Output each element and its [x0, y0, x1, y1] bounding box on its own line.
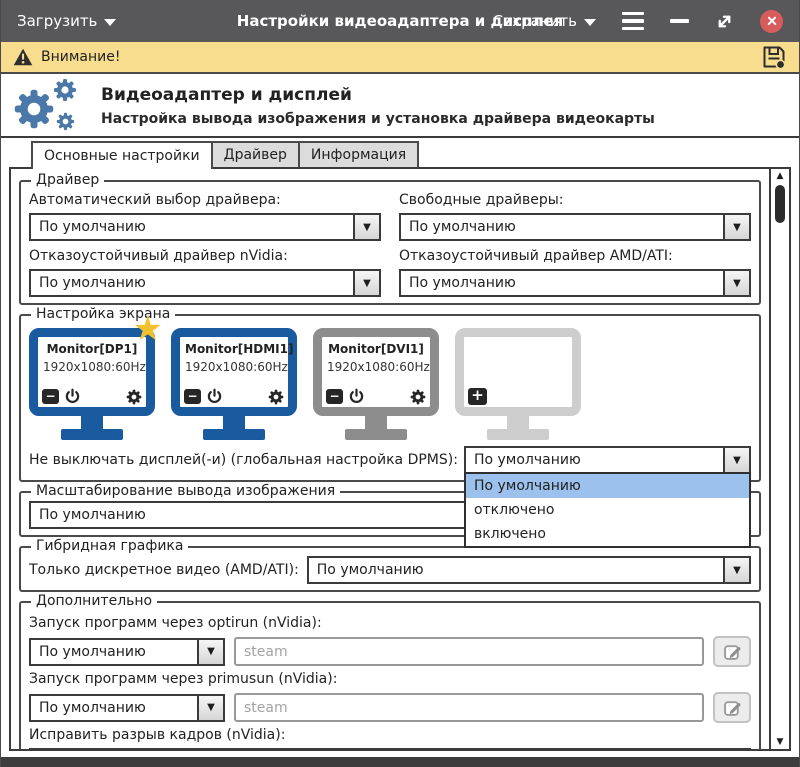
chevron-down-icon[interactable]	[723, 558, 749, 582]
optirun-label: Запуск программ через optirun (nVidia):	[29, 615, 751, 632]
chevron-down-icon[interactable]	[723, 448, 749, 472]
dropdown-option-off[interactable]: отключено	[466, 498, 749, 522]
tab-main-settings[interactable]: Основные настройки	[31, 141, 213, 169]
scroll-up-icon[interactable]	[771, 171, 789, 181]
gears-icon	[13, 78, 85, 134]
tab-panel: Драйвер Автоматический выбор драйвера: П…	[9, 167, 791, 751]
hybrid-group-legend: Гибридная графика	[31, 538, 188, 554]
power-icon[interactable]	[348, 388, 365, 405]
advanced-group: Дополнительно Запуск программ через opti…	[19, 601, 761, 749]
scroll-down-icon[interactable]	[771, 737, 789, 747]
vertical-scrollbar[interactable]	[769, 169, 789, 749]
chevron-down-icon[interactable]	[353, 271, 379, 295]
monitor-card-hdmi1[interactable]: Monitor[HDMI1] 1920x1080:60Hz	[171, 328, 297, 440]
dropdown-option-on[interactable]: включено	[466, 522, 749, 546]
monitor-remove-icon[interactable]	[326, 389, 343, 404]
power-icon[interactable]	[64, 388, 81, 405]
chevron-down-icon[interactable]	[723, 215, 749, 239]
page-title: Видеоадаптер и дисплей	[101, 85, 655, 105]
monitor-remove-icon[interactable]	[42, 389, 59, 404]
scaling-group-legend: Масштабирование вывода изображения	[31, 483, 340, 499]
discrete-only-select[interactable]: По умолчанию	[307, 556, 751, 584]
minimize-button[interactable]	[670, 19, 689, 22]
monitor-card-add[interactable]	[455, 328, 581, 440]
tab-panel-content: Драйвер Автоматический выбор драйвера: П…	[11, 169, 769, 749]
pencil-icon	[723, 642, 742, 661]
tab-bar: Основные настройки Драйвер Информация	[31, 141, 417, 171]
maximize-button[interactable]	[715, 12, 734, 31]
discrete-only-label: Только дискретное видео (AMD/ATI):	[29, 562, 299, 579]
failsafe-amd-label: Отказоустойчивый драйвер AMD/ATI:	[399, 248, 751, 265]
menu-icon[interactable]	[622, 12, 644, 30]
dpms-dropdown-list: По умолчанию отключено включено	[464, 472, 751, 548]
driver-group-legend: Драйвер	[31, 172, 104, 188]
load-menu-label: Загрузить	[17, 12, 97, 30]
monitor-card-dp1[interactable]: Monitor[DP1] 1920x1080:60Hz	[29, 328, 155, 440]
screen-group: Настройка экрана Monitor[DP1] 1920x1080:…	[19, 314, 761, 482]
advanced-group-legend: Дополнительно	[31, 593, 157, 609]
primary-star-icon	[133, 312, 163, 346]
chevron-down-icon	[104, 19, 116, 26]
primusun-select[interactable]: По умолчанию	[29, 694, 225, 722]
tab-driver[interactable]: Драйвер	[211, 141, 300, 167]
monitor-settings-gear-icon[interactable]	[268, 389, 284, 405]
tearing-fix-select[interactable]: По умолчанию	[29, 748, 751, 749]
monitor-settings-gear-icon[interactable]	[126, 389, 142, 405]
chevron-down-icon[interactable]	[197, 640, 223, 664]
monitor-remove-icon[interactable]	[184, 389, 201, 404]
optirun-edit-button[interactable]	[713, 636, 751, 667]
warning-icon	[13, 48, 33, 66]
auto-driver-select[interactable]: По умолчанию	[29, 213, 381, 241]
pencil-icon	[723, 698, 742, 717]
title-bar: Загрузить Настройки видеоадаптера и дисп…	[1, 0, 799, 42]
chevron-down-icon	[584, 19, 596, 26]
primusun-label: Запуск программ через primusun (nVidia):	[29, 671, 751, 688]
tearing-fix-label: Исправить разрыв кадров (nVidia):	[29, 727, 751, 744]
app-header: Видеоадаптер и дисплей Настройка вывода …	[1, 76, 799, 138]
window-bottom-edge	[1, 757, 799, 767]
dpms-label: Не выключать дисплей(-и) (глобальная нас…	[29, 452, 458, 469]
chevron-down-icon[interactable]	[197, 696, 223, 720]
dropdown-option-default[interactable]: По умолчанию	[466, 474, 749, 498]
window-title: Настройки видеоадаптера и дисплея	[237, 12, 563, 30]
free-drivers-label: Свободные драйверы:	[399, 192, 751, 209]
tab-information[interactable]: Информация	[298, 141, 419, 167]
optirun-program-input[interactable]	[234, 637, 704, 666]
monitor-add-icon[interactable]	[468, 388, 487, 405]
app-window: Загрузить Настройки видеоадаптера и дисп…	[0, 0, 800, 767]
failsafe-nvidia-label: Отказоустойчивый драйвер nVidia:	[29, 248, 381, 265]
auto-driver-label: Автоматический выбор драйвера:	[29, 192, 381, 209]
optirun-select[interactable]: По умолчанию	[29, 638, 225, 666]
dpms-select[interactable]: По умолчанию По умолчанию отключено вклю…	[464, 446, 751, 474]
free-drivers-select[interactable]: По умолчанию	[399, 213, 751, 241]
save-config-button[interactable]	[761, 44, 787, 70]
monitor-card-dvi1[interactable]: Monitor[DVI1] 1920x1080:60Hz	[313, 328, 439, 440]
power-icon[interactable]	[206, 388, 223, 405]
load-menu-button[interactable]: Загрузить	[17, 12, 116, 30]
chevron-down-icon[interactable]	[723, 271, 749, 295]
scrollbar-thumb[interactable]	[775, 185, 785, 223]
close-button[interactable]	[760, 10, 783, 33]
monitor-settings-gear-icon[interactable]	[410, 389, 426, 405]
floppy-save-icon	[761, 44, 787, 70]
chevron-down-icon[interactable]	[353, 215, 379, 239]
failsafe-nvidia-select[interactable]: По умолчанию	[29, 269, 381, 297]
failsafe-amd-select[interactable]: По умолчанию	[399, 269, 751, 297]
warning-text: Внимание!	[41, 49, 120, 65]
primusun-program-input[interactable]	[234, 693, 704, 722]
page-subtitle: Настройка вывода изображения и установка…	[101, 111, 655, 127]
primusun-edit-button[interactable]	[713, 692, 751, 723]
hybrid-group: Гибридная графика Только дискретное виде…	[19, 546, 761, 592]
monitor-list: Monitor[DP1] 1920x1080:60Hz M	[29, 324, 751, 440]
driver-group: Драйвер Автоматический выбор драйвера: П…	[19, 180, 761, 305]
warning-bar: Внимание!	[1, 42, 799, 74]
